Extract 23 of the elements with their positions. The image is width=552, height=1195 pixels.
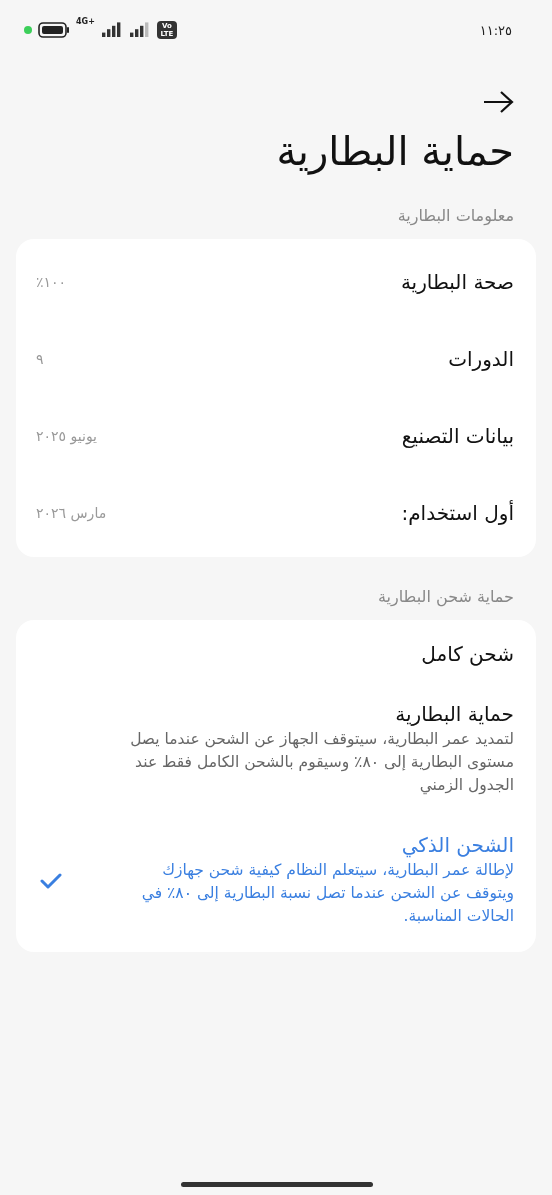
- battery-icon: [38, 22, 70, 38]
- signal-icon: [128, 22, 151, 38]
- info-value: ١٠٠٪: [36, 273, 67, 290]
- info-value: يونيو ٢٠٢٥: [36, 427, 97, 444]
- page-title: حماية البطارية: [275, 128, 514, 174]
- info-label: أول استخدام:: [401, 500, 514, 525]
- info-value: مارس ٢٠٢٦: [36, 504, 107, 521]
- status-dot: [24, 26, 32, 34]
- section-label: معلومات البطارية: [396, 206, 514, 225]
- option-title[interactable]: حماية البطارية: [114, 702, 514, 726]
- back-arrow-icon[interactable]: [482, 90, 514, 114]
- signal-icon: [100, 22, 123, 38]
- info-label: الدورات: [448, 346, 514, 371]
- option-title[interactable]: شحن كامل: [421, 642, 514, 666]
- network-type: 4G+: [76, 17, 95, 26]
- option-description: لإطالة عمر البطارية، سيتعلم النظام كيفية شحن جهازك ويتوقف عن الشحن عندما تصل نسبة البطارية إلى ٨٠٪ في الحالات المناسبة.: [140, 860, 514, 927]
- info-label: صحة البطارية: [400, 269, 514, 294]
- info-value: ٩: [36, 350, 44, 367]
- clock: ١١:٢٥: [479, 22, 512, 38]
- option-description: لتمديد عمر البطارية، سيتوقف الجهاز عن الشحن عندما يصل مستوى البطارية إلى ٨٠٪ وسيقوم بالشحن الكامل فقط عند الجدول الزمني: [129, 729, 514, 797]
- info-label: بيانات التصنيع: [401, 423, 514, 448]
- option-title[interactable]: الشحن الذكي: [114, 833, 514, 857]
- section-label: حماية شحن البطارية: [376, 587, 514, 606]
